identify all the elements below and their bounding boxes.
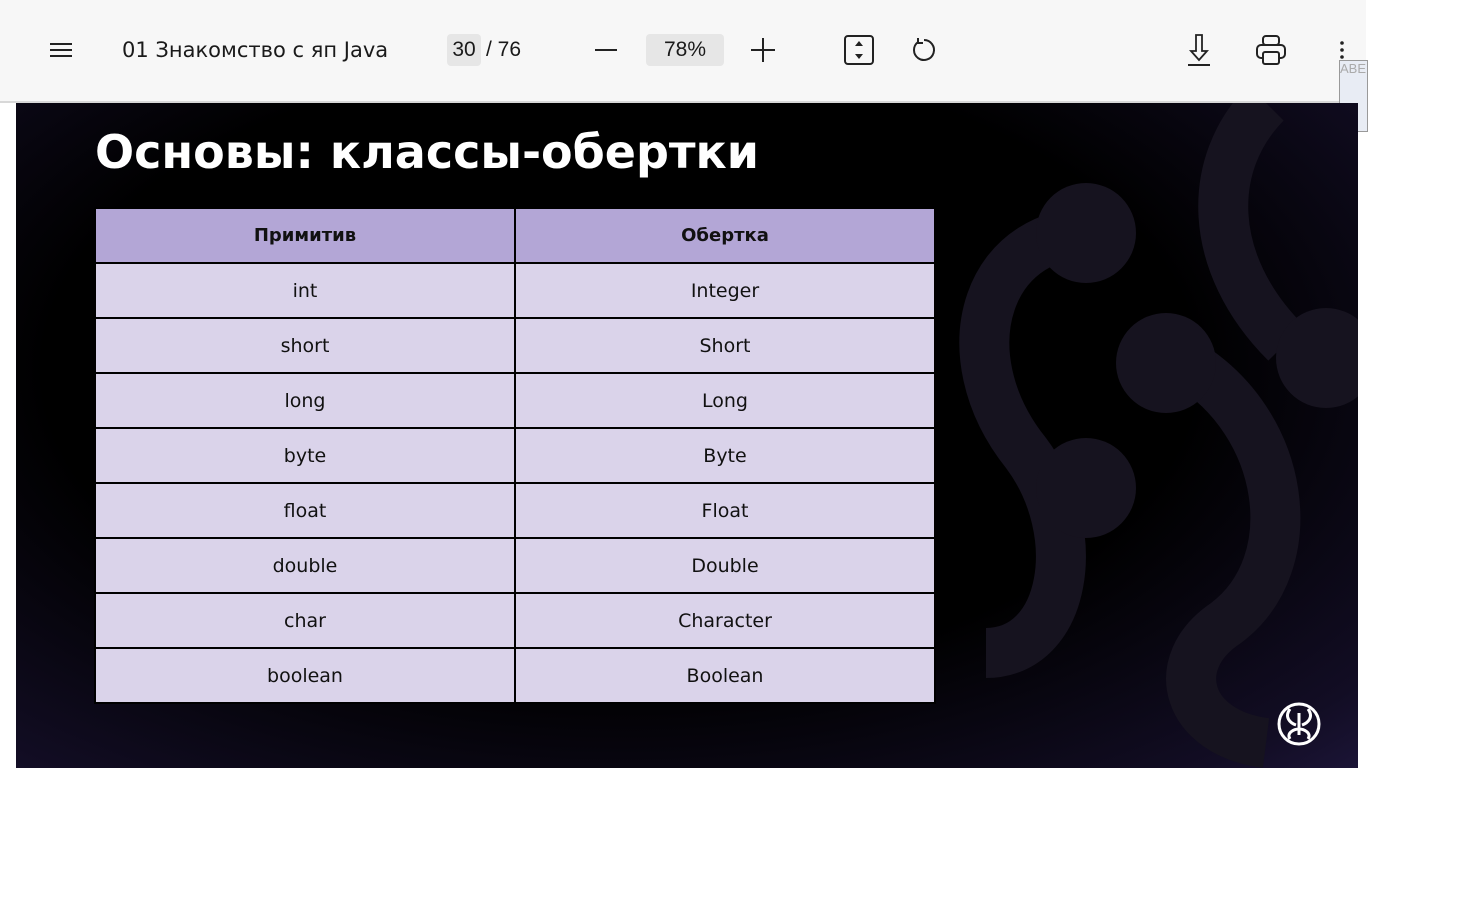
- print-button[interactable]: [1254, 30, 1288, 70]
- table-row: byte Byte: [94, 427, 936, 484]
- plus-icon: [751, 38, 775, 62]
- primitive-cell: byte: [94, 427, 516, 484]
- background-logo-decoration: [959, 103, 1358, 768]
- menu-button[interactable]: [46, 30, 76, 70]
- hamburger-icon: [50, 43, 72, 57]
- brand-logo-icon: [1277, 702, 1321, 746]
- more-vertical-icon: [1340, 41, 1344, 59]
- zoom-in-button[interactable]: [749, 30, 777, 70]
- wrapper-cell: Integer: [514, 262, 936, 319]
- primitive-cell: short: [94, 317, 516, 374]
- slide-title: Основы: классы-обертки: [95, 125, 760, 179]
- table-header-row: Примитив Обертка: [94, 207, 936, 264]
- fit-page-button[interactable]: [842, 30, 876, 70]
- primitive-cell: float: [94, 482, 516, 539]
- primitive-cell: int: [94, 262, 516, 319]
- rotate-icon: [913, 38, 935, 61]
- pdf-toolbar: 01 Знакомство с яп Java 30 / 76 78%: [0, 0, 1366, 103]
- zoom-out-button[interactable]: [592, 30, 620, 70]
- pdf-page: Основы: классы-обертки Примитив Обертка …: [16, 103, 1358, 768]
- wrapper-classes-table: Примитив Обертка int Integer short Short lon…: [94, 207, 936, 704]
- table-row: boolean Boolean: [94, 647, 936, 704]
- wrapper-cell: Short: [514, 317, 936, 374]
- download-icon: [1188, 34, 1210, 66]
- table-row: double Double: [94, 537, 936, 594]
- wrapper-cell: Character: [514, 592, 936, 649]
- wrapper-cell: Float: [514, 482, 936, 539]
- column-header: Примитив: [94, 207, 516, 264]
- zoom-level[interactable]: 78%: [646, 34, 724, 66]
- primitive-cell: char: [94, 592, 516, 649]
- rotate-button[interactable]: [908, 30, 940, 70]
- download-button[interactable]: [1184, 30, 1214, 70]
- page-total: / 76: [486, 38, 522, 61]
- wrapper-cell: Byte: [514, 427, 936, 484]
- primitive-cell: long: [94, 372, 516, 429]
- column-header: Обертка: [514, 207, 936, 264]
- wrapper-cell: Boolean: [514, 647, 936, 704]
- fit-page-icon: [844, 35, 874, 65]
- page-number-input[interactable]: 30: [447, 34, 481, 66]
- document-title: 01 Знакомство с яп Java: [122, 38, 389, 62]
- wrapper-cell: Long: [514, 372, 936, 429]
- primitive-cell: boolean: [94, 647, 516, 704]
- primitive-cell: double: [94, 537, 516, 594]
- table-row: int Integer: [94, 262, 936, 319]
- table-row: float Float: [94, 482, 936, 539]
- table-row: short Short: [94, 317, 936, 374]
- print-icon: [1256, 35, 1286, 65]
- wrapper-cell: Double: [514, 537, 936, 594]
- popup-text: ABE: [1340, 61, 1367, 76]
- table-row: char Character: [94, 592, 936, 649]
- minus-icon: [595, 49, 617, 51]
- table-row: long Long: [94, 372, 936, 429]
